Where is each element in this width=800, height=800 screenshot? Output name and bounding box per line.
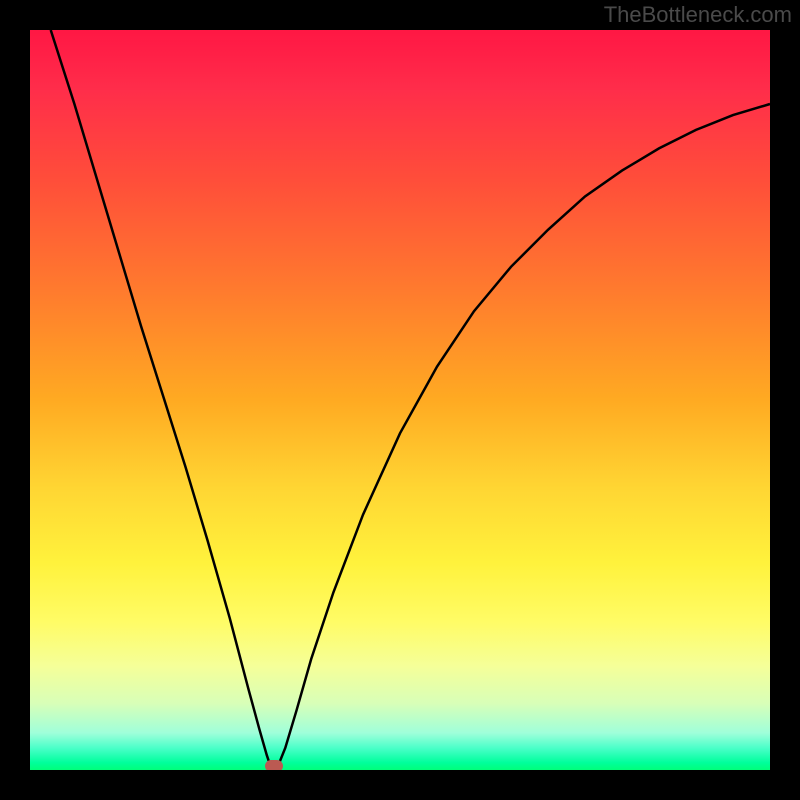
chart-border (0, 0, 800, 800)
attribution-text: TheBottleneck.com (604, 2, 792, 28)
